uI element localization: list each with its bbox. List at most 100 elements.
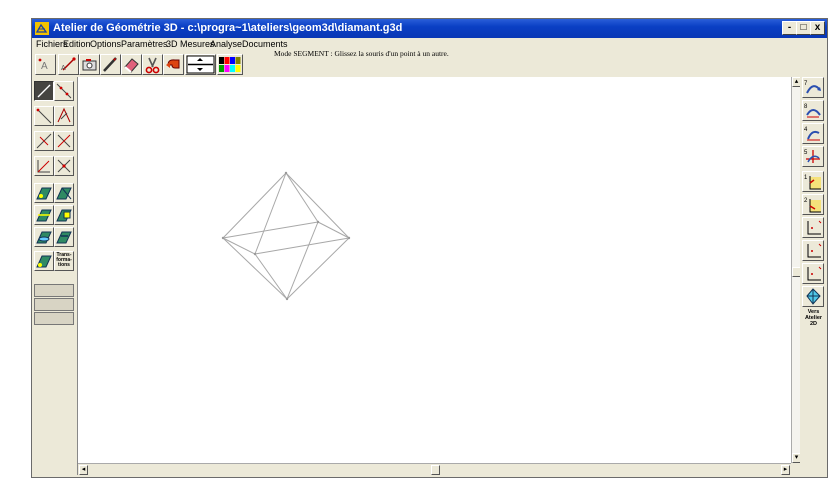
undo-arrow-icon	[166, 59, 180, 69]
segment-tool-button[interactable]	[34, 81, 54, 101]
camera-icon	[82, 59, 97, 71]
axes-yz-button[interactable]	[802, 263, 824, 284]
axes-icon	[807, 220, 822, 235]
restore-button[interactable]: □	[796, 21, 811, 35]
net-view-button[interactable]	[802, 286, 824, 307]
menu-parametres[interactable]: Paramètres	[121, 39, 168, 49]
horizontal-scrollbar[interactable]: ◂ ▸	[78, 463, 791, 476]
octahedron-vertex[interactable]	[253, 252, 257, 256]
svg-text:2: 2	[804, 198, 808, 204]
ray-icon	[36, 108, 52, 124]
solid-tool-button-6[interactable]	[54, 227, 74, 247]
octahedron-edge[interactable]	[222, 172, 287, 239]
view-button-4[interactable]: 4	[802, 123, 824, 144]
axes-icon	[807, 266, 822, 281]
palette-swatch[interactable]	[219, 65, 224, 72]
undo-button[interactable]	[163, 54, 184, 75]
menu-3d[interactable]: 3D	[166, 39, 178, 49]
octahedron-edge[interactable]	[222, 221, 319, 239]
svg-text:A: A	[41, 61, 48, 72]
octahedron-edge[interactable]	[285, 172, 350, 239]
palette-swatch[interactable]	[235, 65, 241, 72]
drawing-canvas[interactable]	[78, 77, 791, 463]
rotate-view-icon: 8	[804, 104, 821, 118]
line-tool-button[interactable]	[54, 81, 74, 101]
axes-icon	[807, 243, 822, 258]
pencil-button[interactable]	[100, 54, 121, 75]
horizontal-scroll-thumb[interactable]	[431, 465, 440, 475]
parallel-tool-button[interactable]	[54, 131, 74, 151]
solid-tool-button-2[interactable]	[54, 183, 74, 203]
palette-swatch[interactable]	[235, 57, 241, 64]
transformations-button[interactable]: Trans-forma-tions	[54, 251, 74, 271]
line-thickness-button[interactable]	[185, 54, 216, 75]
ray-tool-button[interactable]	[34, 106, 54, 126]
close-button[interactable]: x	[810, 21, 825, 35]
octahedron-edge[interactable]	[286, 221, 319, 300]
solid-tool-button-3[interactable]	[34, 205, 54, 225]
octahedron-vertex[interactable]	[221, 236, 225, 240]
perpendicular-icon	[36, 133, 52, 149]
scroll-right-button[interactable]: ▸	[781, 465, 790, 475]
octahedron-edge[interactable]	[285, 172, 319, 223]
menu-analyse[interactable]: Analyse	[210, 39, 242, 49]
octahedron-edge[interactable]	[254, 172, 287, 255]
point-tool-icon: A	[38, 58, 48, 72]
axes-xy-button[interactable]	[802, 217, 824, 238]
solid-tool-button-1[interactable]	[34, 183, 54, 203]
intersection-tool-button[interactable]	[54, 156, 74, 176]
vers-atelier-2d-button[interactable]: Vers Atelier 2D	[801, 309, 826, 327]
svg-text:4: 4	[804, 127, 808, 133]
octahedron-figure	[221, 171, 351, 301]
menu-options[interactable]: Options	[90, 39, 121, 49]
axis-view-icon: 1	[804, 175, 821, 190]
left-blank-slot-3[interactable]	[34, 312, 74, 325]
minimize-button[interactable]: -	[782, 21, 797, 35]
move-point-button[interactable]: A	[58, 54, 79, 75]
palette-swatch[interactable]	[224, 65, 230, 72]
left-blank-slot-2[interactable]	[34, 298, 74, 311]
eraser-button[interactable]	[121, 54, 142, 75]
palette-swatch[interactable]	[224, 57, 230, 64]
view-button-2[interactable]: 2	[802, 194, 824, 215]
angle-tool-button[interactable]	[34, 156, 54, 176]
octahedron-vertex[interactable]	[347, 236, 351, 240]
octahedron-edge[interactable]	[222, 237, 256, 255]
intersection-icon	[57, 159, 71, 173]
solid-tool-button-7[interactable]	[34, 251, 54, 271]
color-palette-icon	[219, 57, 241, 72]
perpendicular-tool-button[interactable]	[34, 131, 54, 151]
solid-tool-button-4[interactable]	[54, 205, 74, 225]
palette-swatch[interactable]	[230, 57, 235, 64]
parallel-icon	[57, 134, 71, 148]
plane-tool-button[interactable]	[54, 106, 74, 126]
axes-xz-button[interactable]	[802, 240, 824, 261]
camera-button[interactable]	[79, 54, 100, 75]
octahedron-edge[interactable]	[254, 253, 288, 300]
octahedron-edge[interactable]	[317, 221, 350, 239]
app-window: Atelier de Géométrie 3D - c:\progra~1\at…	[31, 18, 828, 478]
title-bar[interactable]: Atelier de Géométrie 3D - c:\progra~1\at…	[32, 19, 827, 38]
palette-swatch[interactable]	[230, 65, 235, 72]
menu-documents[interactable]: Documents	[242, 39, 288, 49]
palette-swatch[interactable]	[219, 57, 224, 64]
view-button-8[interactable]: 8	[802, 100, 824, 121]
color-palette-button[interactable]	[217, 54, 243, 75]
rotate-view-icon: 7	[804, 81, 821, 94]
view-button-5[interactable]: 5	[802, 146, 824, 167]
menu-edition[interactable]: Edition	[63, 39, 91, 49]
solid-face-icon	[36, 187, 52, 200]
octahedron-vertex[interactable]	[285, 297, 289, 301]
left-blank-slot-1[interactable]	[34, 284, 74, 297]
octahedron-edge[interactable]	[222, 237, 288, 300]
svg-text:8: 8	[804, 104, 808, 110]
view-button-1[interactable]: 1	[802, 171, 824, 192]
scroll-left-button[interactable]: ◂	[79, 465, 88, 475]
octahedron-vertex[interactable]	[284, 171, 288, 175]
scissors-button[interactable]	[142, 54, 163, 75]
solid-tool-button-5[interactable]	[34, 227, 54, 247]
view-button-7[interactable]: 7	[802, 77, 824, 98]
point-tool-button[interactable]: A	[35, 54, 56, 75]
angle-icon	[37, 160, 50, 173]
octahedron-vertex[interactable]	[316, 220, 320, 224]
